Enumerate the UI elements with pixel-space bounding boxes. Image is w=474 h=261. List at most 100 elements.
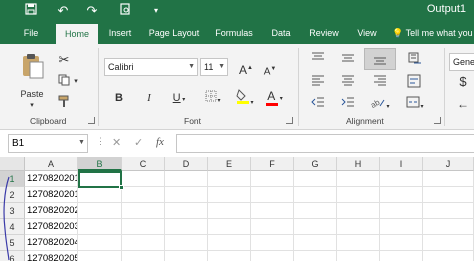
cell-d6[interactable] — [165, 251, 208, 261]
cell-d1[interactable] — [165, 171, 208, 187]
cell-g2[interactable] — [294, 187, 337, 203]
column-header-c[interactable]: C — [122, 157, 165, 171]
align-bottom-icon[interactable] — [364, 48, 396, 70]
bold-button[interactable]: B — [112, 90, 126, 106]
cell-h5[interactable] — [337, 235, 380, 251]
cell-f5[interactable] — [251, 235, 294, 251]
cell-g5[interactable] — [294, 235, 337, 251]
cell-b3[interactable] — [78, 203, 122, 219]
cell-f1[interactable] — [251, 171, 294, 187]
name-box[interactable]: B1 — [8, 134, 88, 153]
column-header-j[interactable]: J — [423, 157, 474, 171]
column-header-b[interactable]: B — [78, 157, 122, 171]
orientation-icon[interactable] — [404, 52, 426, 70]
save-icon[interactable] — [22, 2, 40, 20]
currency-button[interactable]: $ — [456, 74, 470, 90]
text-orientation-icon[interactable]: ab ▾ — [368, 96, 392, 115]
cell-e1[interactable] — [208, 171, 251, 187]
cancel-icon[interactable]: ✕ — [112, 136, 121, 149]
tab-formulas[interactable]: Formulas — [212, 22, 256, 44]
cell-j5[interactable] — [423, 235, 474, 251]
redo-icon[interactable]: ↷ — [84, 2, 100, 20]
cell-h4[interactable] — [337, 219, 380, 235]
cell-a6[interactable]: 1270820205 — [25, 251, 78, 261]
cell-b2[interactable] — [78, 187, 122, 203]
cell-h6[interactable] — [337, 251, 380, 261]
cell-f4[interactable] — [251, 219, 294, 235]
cell-e2[interactable] — [208, 187, 251, 203]
active-cell-b1[interactable] — [78, 171, 122, 188]
fill-color-icon[interactable]: ▾ — [234, 88, 256, 111]
paste-dropdown-icon[interactable]: ▾ — [24, 98, 40, 114]
cell-c3[interactable] — [122, 203, 165, 219]
cell-c2[interactable] — [122, 187, 165, 203]
cell-i3[interactable] — [380, 203, 423, 219]
cell-e4[interactable] — [208, 219, 251, 235]
enter-icon[interactable]: ✓ — [134, 136, 143, 149]
column-header-e[interactable]: E — [208, 157, 251, 171]
tab-insert[interactable]: Insert — [104, 22, 136, 44]
align-left-icon[interactable] — [308, 74, 328, 90]
italic-button[interactable]: I — [142, 90, 156, 106]
font-size-select[interactable]: 11 ▼ — [200, 58, 228, 76]
tab-file[interactable]: File — [16, 22, 46, 44]
tab-review[interactable]: Review — [304, 22, 344, 44]
tab-tell-me[interactable]: 💡 Tell me what you w — [392, 22, 474, 44]
column-header-f[interactable]: F — [251, 157, 294, 171]
cell-d3[interactable] — [165, 203, 208, 219]
column-header-h[interactable]: H — [337, 157, 380, 171]
column-header-i[interactable]: I — [380, 157, 423, 171]
align-middle-icon[interactable] — [338, 52, 358, 68]
borders-icon[interactable]: ▾ — [202, 90, 224, 109]
cell-i2[interactable] — [380, 187, 423, 203]
cell-i6[interactable] — [380, 251, 423, 261]
wrap-text-icon[interactable] — [404, 74, 424, 92]
cell-a2[interactable]: 1270820201 — [25, 187, 78, 203]
cell-e5[interactable] — [208, 235, 251, 251]
fill-handle[interactable] — [119, 185, 124, 190]
font-launcher-icon[interactable] — [286, 117, 293, 124]
cell-c6[interactable] — [122, 251, 165, 261]
align-right-icon[interactable] — [370, 74, 390, 90]
cell-b6[interactable] — [78, 251, 122, 261]
cell-a3[interactable]: 1270820202 — [25, 203, 78, 219]
tab-page-layout[interactable]: Page Layout — [146, 22, 202, 44]
number-format-select[interactable]: Gener — [449, 53, 474, 71]
tab-data[interactable]: Data — [266, 22, 296, 44]
cell-d2[interactable] — [165, 187, 208, 203]
decrease-indent-icon[interactable] — [308, 96, 328, 112]
column-header-g[interactable]: G — [294, 157, 337, 171]
font-name-select[interactable]: Calibri ▼ — [104, 58, 198, 76]
cell-g6[interactable] — [294, 251, 337, 261]
cell-a4[interactable]: 1270820203 — [25, 219, 78, 235]
formula-input[interactable] — [176, 134, 474, 153]
tab-view[interactable]: View — [352, 22, 382, 44]
cell-d4[interactable] — [165, 219, 208, 235]
cell-i4[interactable] — [380, 219, 423, 235]
tab-home[interactable]: Home — [56, 24, 98, 44]
align-top-icon[interactable] — [308, 52, 328, 68]
cell-g4[interactable] — [294, 219, 337, 235]
print-preview-icon[interactable] — [116, 2, 134, 20]
cell-d5[interactable] — [165, 235, 208, 251]
merge-center-icon[interactable]: ▾ — [404, 96, 426, 115]
cell-g1[interactable] — [294, 171, 337, 187]
align-center-icon[interactable] — [338, 74, 358, 90]
cell-h2[interactable] — [337, 187, 380, 203]
undo-icon[interactable]: ↶ — [55, 2, 71, 20]
chevron-down-icon[interactable]: ▼ — [78, 139, 85, 146]
cell-j1[interactable] — [423, 171, 474, 187]
format-painter-icon[interactable] — [56, 95, 72, 112]
cell-c1[interactable] — [122, 171, 165, 187]
cell-a1[interactable]: 1270820201 — [25, 171, 78, 187]
clipboard-launcher-icon[interactable] — [88, 117, 95, 124]
cell-j4[interactable] — [423, 219, 474, 235]
shrink-font-button[interactable]: A▼ — [262, 61, 278, 80]
cell-f6[interactable] — [251, 251, 294, 261]
cell-h1[interactable] — [337, 171, 380, 187]
paste-button[interactable] — [16, 52, 48, 84]
cell-g3[interactable] — [294, 203, 337, 219]
cell-j3[interactable] — [423, 203, 474, 219]
cell-b5[interactable] — [78, 235, 122, 251]
cell-f2[interactable] — [251, 187, 294, 203]
